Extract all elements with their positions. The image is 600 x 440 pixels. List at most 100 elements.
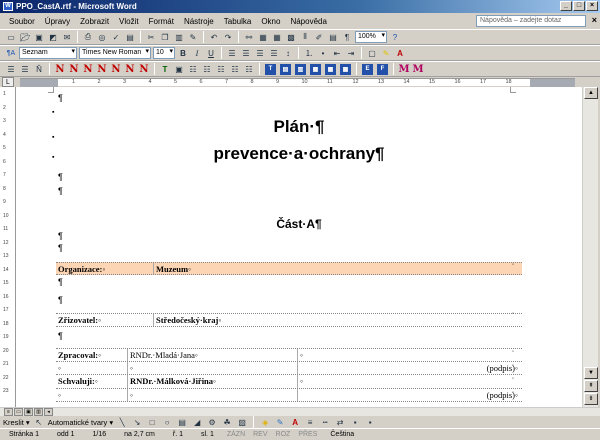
style-m1-icon[interactable]: M [398,63,410,75]
font-select[interactable]: Times New Roman [79,47,151,59]
table-style-5-icon[interactable]: ▦ [325,63,336,75]
fill-color-icon[interactable]: ◈ [259,416,271,428]
style-n3-icon[interactable]: N [82,63,94,75]
empty-cell[interactable]: ◦ [56,362,128,374]
status-language[interactable]: Čeština [321,431,363,438]
style-e-icon[interactable]: E [362,63,373,75]
align-right-icon[interactable]: ☰ [254,47,266,59]
minimize-button[interactable]: _ [560,1,572,11]
textbox-icon[interactable]: ▤ [176,416,188,428]
style-f-icon[interactable]: F [377,63,388,75]
line-icon[interactable]: ╲ [116,416,128,428]
signature-cell-zpracoval[interactable]: ◦ [298,349,522,361]
redo-icon[interactable]: ↷ [222,31,234,43]
bold-button[interactable]: B [177,47,189,59]
line-spacing-icon[interactable]: ↕ [282,47,294,59]
menu-zobrazit[interactable]: Zobrazit [75,17,114,26]
signature-cell-schvaluji[interactable]: ◦ [298,375,522,388]
style-t-icon[interactable]: T [159,63,171,75]
paste-icon[interactable]: ▥ [173,31,185,43]
outline-view-icon[interactable]: ◂ [44,408,53,416]
normal-view-icon[interactable]: ≡ [4,408,13,416]
close-document-button[interactable]: × [592,15,597,25]
horizontal-ruler[interactable]: 1 2 3 4 5 6 7 8 9 10 11 12 13 14 15 16 17 18 [20,78,575,87]
style-n7-icon[interactable]: N [138,63,150,75]
status-extend[interactable]: ROZ [272,431,295,438]
value-schvaluji[interactable]: RNDr.·Málková·Jiřina◦ [128,375,298,388]
3d-icon[interactable]: ▪ [364,416,376,428]
scroll-up-icon[interactable]: ▲ [584,87,598,99]
table-style-3-icon[interactable]: ▥ [295,63,306,75]
value-zpracoval[interactable]: RNDr.·Mladá·Jana◦ [128,349,298,361]
horizontal-scrollbar[interactable]: ≡ ▭ ▣ ▥ ◂ [0,407,600,416]
bullets-icon[interactable]: • [317,47,329,59]
list-style-2-icon[interactable]: ☷ [201,63,213,75]
menu-format[interactable]: Formát [144,17,179,26]
drawing-icon[interactable]: ✐ [313,31,325,43]
style-n5-icon[interactable]: N [110,63,122,75]
status-track-changes[interactable]: REV [249,431,271,438]
select-objects-icon[interactable]: ↖ [33,416,45,428]
style-n2-icon[interactable]: N [68,63,80,75]
increase-indent-icon[interactable]: ⇥ [345,47,357,59]
label-organizace[interactable]: Organizace:◦ [56,263,154,274]
style-n4-icon[interactable]: N [96,63,108,75]
reading-view-icon[interactable]: ▥ [34,408,43,416]
menu-upravy[interactable]: Úpravy [40,17,75,26]
borders-icon[interactable]: ▢ [366,47,378,59]
close-button[interactable]: × [586,1,598,11]
align-center-icon[interactable]: ☰ [240,47,252,59]
email-icon[interactable]: ✉ [61,31,73,43]
format-painter-icon[interactable]: ✎ [187,31,199,43]
font-size-select[interactable]: 10 [153,47,175,59]
table-style-2-icon[interactable]: ▤ [280,63,291,75]
menu-napoveda[interactable]: Nápověda [285,17,331,26]
arrow-icon[interactable]: ↘ [131,416,143,428]
value-organizace[interactable]: Muzeum◦ [154,263,522,274]
previous-page-icon[interactable]: ⇞ [584,380,598,392]
wordart-icon[interactable]: ◢ [191,416,203,428]
font-color-icon[interactable]: A [394,47,406,59]
underline-button[interactable]: U [205,47,217,59]
label-schvaluji[interactable]: Schvaluji:◦ [56,375,128,388]
table-style-6-icon[interactable]: ▦ [340,63,351,75]
hyperlink-icon[interactable]: ⚯ [243,31,255,43]
align-left-icon[interactable]: ☰ [226,47,238,59]
rectangle-icon[interactable]: □ [146,416,158,428]
vertical-ruler[interactable]: 1 2 3 4 5 6 7 8 9 10 11 12 13 14 15 16 17 18 19 20 21 22 23 [0,87,16,407]
menu-soubor[interactable]: Soubor [4,17,40,26]
document-page[interactable]: ¶ ▪ ▪ ▪ Plán·¶ prevence·a·ochrany¶ ¶ ¶ Č… [16,87,582,407]
zoom-select[interactable]: 100% [355,31,387,43]
print-layout-icon[interactable]: ▣ [24,408,33,416]
help-icon[interactable]: ? [389,31,401,43]
line-style-icon[interactable]: ≡ [304,416,316,428]
spelling-icon[interactable]: ✓ [110,31,122,43]
value-zrizovatel[interactable]: Středočeský·kraj◦ [154,314,522,326]
empty-cell[interactable]: ◦ [128,389,298,401]
justify-icon[interactable]: ☰ [268,47,280,59]
picture-icon[interactable]: ▨ [236,416,248,428]
tables-borders-icon[interactable]: ▦ [257,31,269,43]
style-m2-icon[interactable]: M [412,63,424,75]
empty-cell[interactable]: ◦ [128,362,298,374]
list-style-4-icon[interactable]: ☷ [229,63,241,75]
web-view-icon[interactable]: ▭ [14,408,23,416]
menu-vlozit[interactable]: Vložit [114,17,144,26]
undo-icon[interactable]: ↶ [208,31,220,43]
autoshapes-menu[interactable]: Automatické tvary ▾ [48,418,113,427]
insert-table-icon[interactable]: ▦ [271,31,283,43]
list-style-5-icon[interactable]: ☷ [243,63,255,75]
podpis-schvaluji[interactable]: (podpis)◦ [298,389,522,401]
vertical-scrollbar[interactable]: ▲ ▼ ⇞ ⇟ [582,87,598,407]
highlight-icon[interactable]: ✎ [380,47,392,59]
outline-icon[interactable]: ☰ [19,63,31,75]
draw-menu[interactable]: Kreslit ▾ [3,418,30,427]
label-zrizovatel[interactable]: Zřizovatel:◦ [56,314,154,326]
tab-selector[interactable]: L [2,77,14,87]
arrow-style-icon[interactable]: ⇄ [334,416,346,428]
columns-icon[interactable]: ⫴ [299,31,311,43]
clipart-icon[interactable]: ☘ [221,416,233,428]
insert-excel-icon[interactable]: ▩ [285,31,297,43]
status-record-macro[interactable]: ZÁZN [223,431,249,438]
style-n6-icon[interactable]: N [124,63,136,75]
